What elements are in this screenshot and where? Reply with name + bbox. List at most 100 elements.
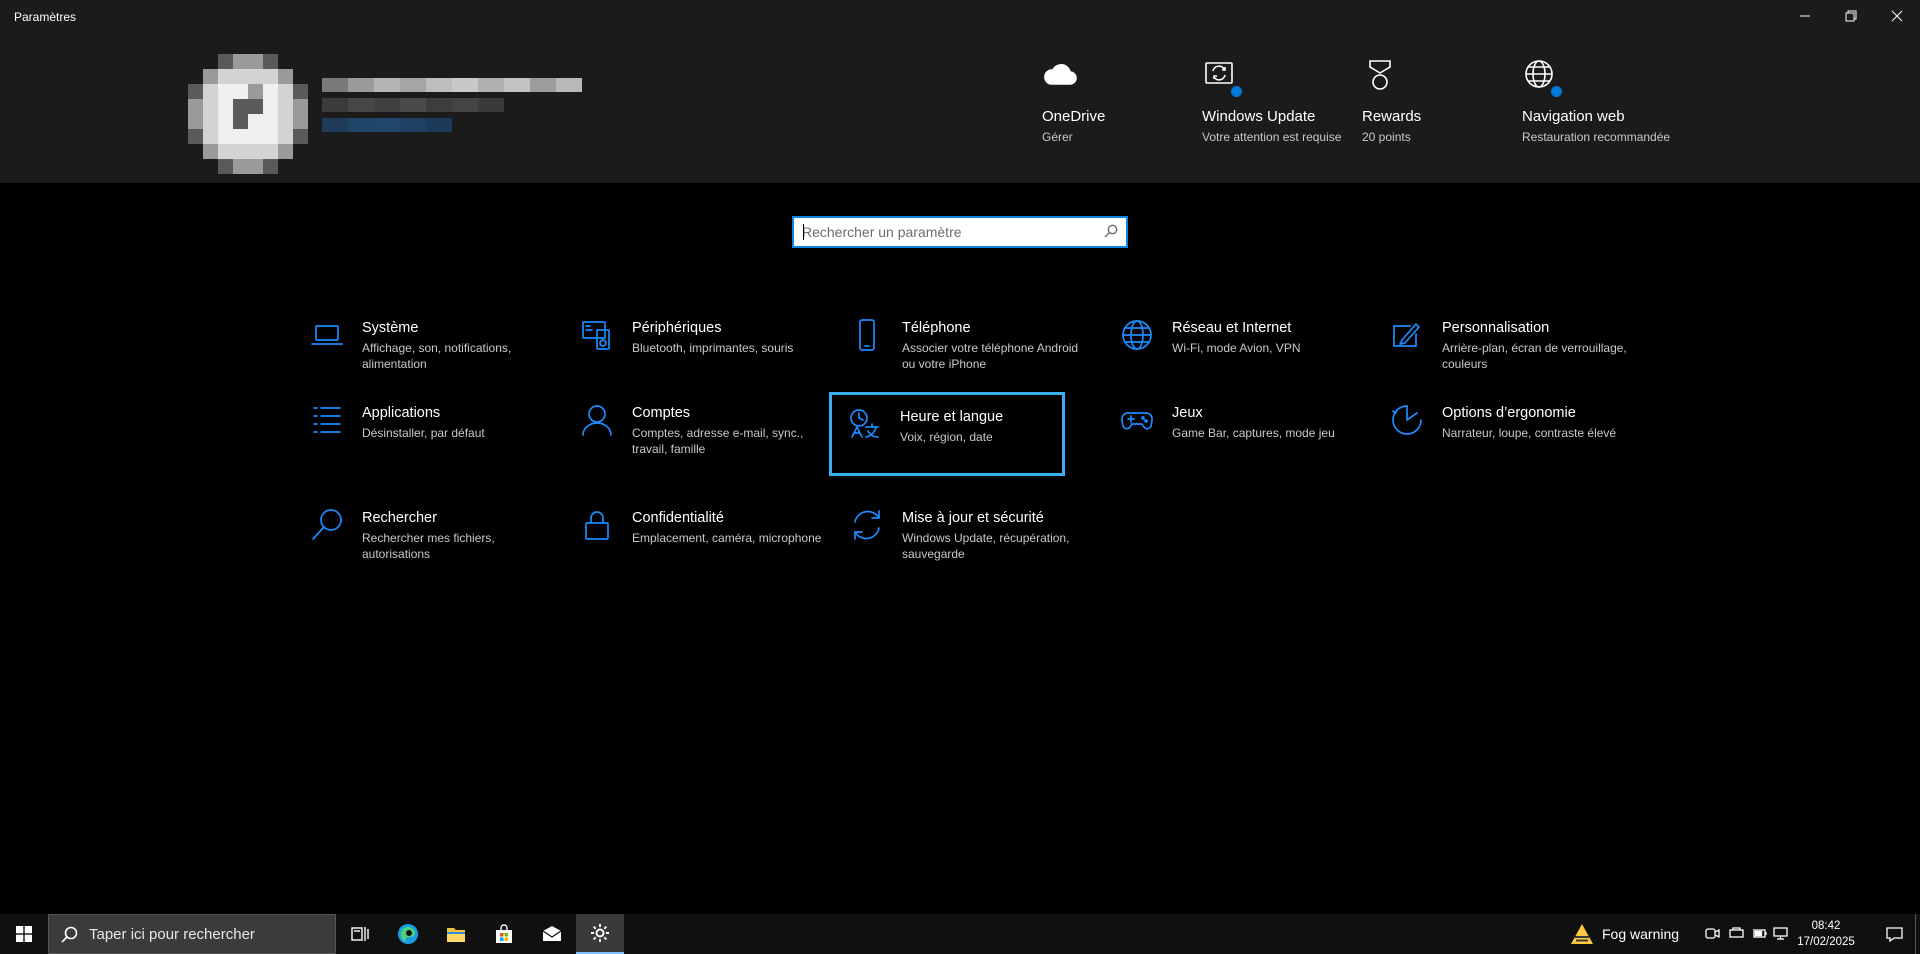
header-navigation-web[interactable]: Navigation web Restauration recommandée: [1522, 57, 1672, 145]
avatar-pixel: [188, 99, 203, 114]
weather-text: Fog warning: [1602, 926, 1680, 942]
avatar-pixel: [293, 54, 308, 69]
category-telephone[interactable]: Téléphone Associer votre téléphone Andro…: [834, 306, 1078, 386]
header-windows-update[interactable]: Windows Update Votre attention est requi…: [1202, 57, 1352, 145]
avatar-pixel: [203, 69, 218, 84]
avatar-pixel: [188, 129, 203, 144]
avatar-pixel: [293, 99, 308, 114]
avatar-pixel: [263, 159, 278, 174]
search-icon[interactable]: [1104, 224, 1120, 240]
avatar[interactable]: [188, 54, 308, 174]
close-button[interactable]: [1874, 0, 1920, 32]
category-rechercher[interactable]: Rechercher Rechercher mes fichiers, auto…: [294, 496, 526, 576]
header-onedrive[interactable]: OneDrive Gérer: [1042, 57, 1192, 145]
category-peripheriques[interactable]: Périphériques Bluetooth, imprimantes, so…: [564, 306, 796, 386]
category-description: Arrière-plan, écran de verrouillage, cou…: [1442, 341, 1627, 371]
redacted-text-block: [322, 78, 348, 92]
avatar-pixel: [263, 54, 278, 69]
file-explorer-icon: [447, 928, 465, 942]
avatar-pixel: [278, 54, 293, 69]
minimize-icon: [1800, 15, 1810, 17]
header-item-name: Navigation web: [1522, 108, 1625, 125]
avatar-pixel: [188, 69, 203, 84]
search-icon: [310, 508, 346, 544]
category-mise-a-jour-securite[interactable]: Mise à jour et sécurité Windows Update, …: [834, 496, 1069, 576]
redacted-text-block: [452, 78, 478, 92]
category-jeux[interactable]: Jeux Game Bar, captures, mode jeu: [1104, 391, 1336, 471]
paint-icon: [1390, 318, 1426, 354]
avatar-pixel: [233, 69, 248, 84]
battery-icon[interactable]: [1753, 926, 1769, 942]
avatar-pixel: [248, 159, 263, 174]
category-name: Mise à jour et sécurité: [902, 510, 1044, 526]
avatar-pixel: [263, 84, 278, 99]
person-icon: [580, 403, 616, 439]
header-rewards[interactable]: Rewards 20 points: [1362, 57, 1512, 145]
task-view-button[interactable]: [336, 914, 384, 954]
category-heure-langue[interactable]: Heure et langue Voix, région, date: [829, 392, 1065, 476]
avatar-pixel: [233, 159, 248, 174]
header-item-sub: Votre attention est requise: [1202, 130, 1342, 144]
avatar-pixel: [188, 144, 203, 159]
avatar-pixel: [278, 159, 293, 174]
store-button[interactable]: [480, 914, 528, 954]
category-comptes[interactable]: Comptes Comptes, adresse e-mail, sync., …: [564, 391, 803, 471]
weather-widget[interactable]: Fog warning: [1570, 914, 1679, 954]
avatar-pixel: [263, 144, 278, 159]
category-confidentialite[interactable]: Confidentialité Emplacement, caméra, mic…: [564, 496, 821, 576]
avatar-pixel: [188, 84, 203, 99]
category-name: Rechercher: [362, 510, 437, 526]
avatar-pixel: [203, 84, 218, 99]
avatar-pixel: [218, 69, 233, 84]
file-explorer-button[interactable]: [432, 914, 480, 954]
settings-button[interactable]: [576, 914, 624, 954]
header-item-name: Rewards: [1362, 108, 1422, 125]
category-description: Voix, région, date: [900, 430, 993, 444]
avatar-pixel: [203, 54, 218, 69]
devices-icon: [580, 318, 616, 354]
category-description: Game Bar, captures, mode jeu: [1172, 426, 1335, 440]
show-desktop-button[interactable]: [1915, 914, 1920, 954]
start-button[interactable]: [0, 914, 48, 954]
settings-icon: [591, 924, 609, 942]
avatar-pixel: [233, 144, 248, 159]
redacted-text-block: [374, 118, 400, 132]
clock[interactable]: 08:42 17/02/2025: [1794, 918, 1858, 950]
action-center-button[interactable]: [1874, 914, 1914, 954]
category-applications[interactable]: Applications Désinstaller, par défaut: [294, 391, 526, 471]
warning-icon: [1571, 924, 1593, 944]
avatar-pixel: [218, 99, 233, 114]
search-input[interactable]: [802, 218, 1102, 246]
category-name: Options d’ergonomie: [1442, 405, 1576, 421]
redacted-text-block: [504, 78, 530, 92]
avatar-pixel: [278, 144, 293, 159]
store-icon: [496, 924, 512, 943]
gamepad-icon: [1120, 403, 1156, 439]
avatar-pixel: [278, 99, 293, 114]
settings-search-box[interactable]: [792, 216, 1128, 248]
category-options-ergonomie[interactable]: Options d’ergonomie Narrateur, loupe, co…: [1374, 391, 1616, 471]
edge-button[interactable]: [384, 914, 432, 954]
avatar-pixel: [248, 144, 263, 159]
category-systeme[interactable]: Système Affichage, son, notifications, a…: [294, 306, 526, 386]
cloud-icon: [1044, 64, 1077, 85]
category-description: Wi-Fi, mode Avion, VPN: [1172, 341, 1301, 355]
avatar-pixel: [233, 54, 248, 69]
ease-of-access-icon: [1390, 403, 1426, 439]
redacted-text-block: [478, 98, 504, 112]
time-language-icon: [848, 407, 884, 443]
category-personnalisation[interactable]: Personnalisation Arrière-plan, écran de …: [1374, 306, 1627, 386]
hidden-icons-icon[interactable]: [1729, 926, 1745, 942]
redacted-text-block: [426, 118, 452, 132]
avatar-pixel: [293, 69, 308, 84]
header-item-name: OneDrive: [1042, 108, 1106, 125]
category-reseau-internet[interactable]: Réseau et Internet Wi-Fi, mode Avion, VP…: [1104, 306, 1336, 386]
avatar-pixel: [203, 129, 218, 144]
minimize-button[interactable]: [1782, 0, 1828, 32]
taskbar-search-box[interactable]: Taper ici pour rechercher: [48, 914, 336, 954]
meet-now-icon[interactable]: [1705, 926, 1721, 942]
restore-button[interactable]: [1828, 0, 1874, 32]
mail-button[interactable]: [528, 914, 576, 954]
avatar-pixel: [203, 99, 218, 114]
network-icon[interactable]: [1773, 926, 1789, 942]
